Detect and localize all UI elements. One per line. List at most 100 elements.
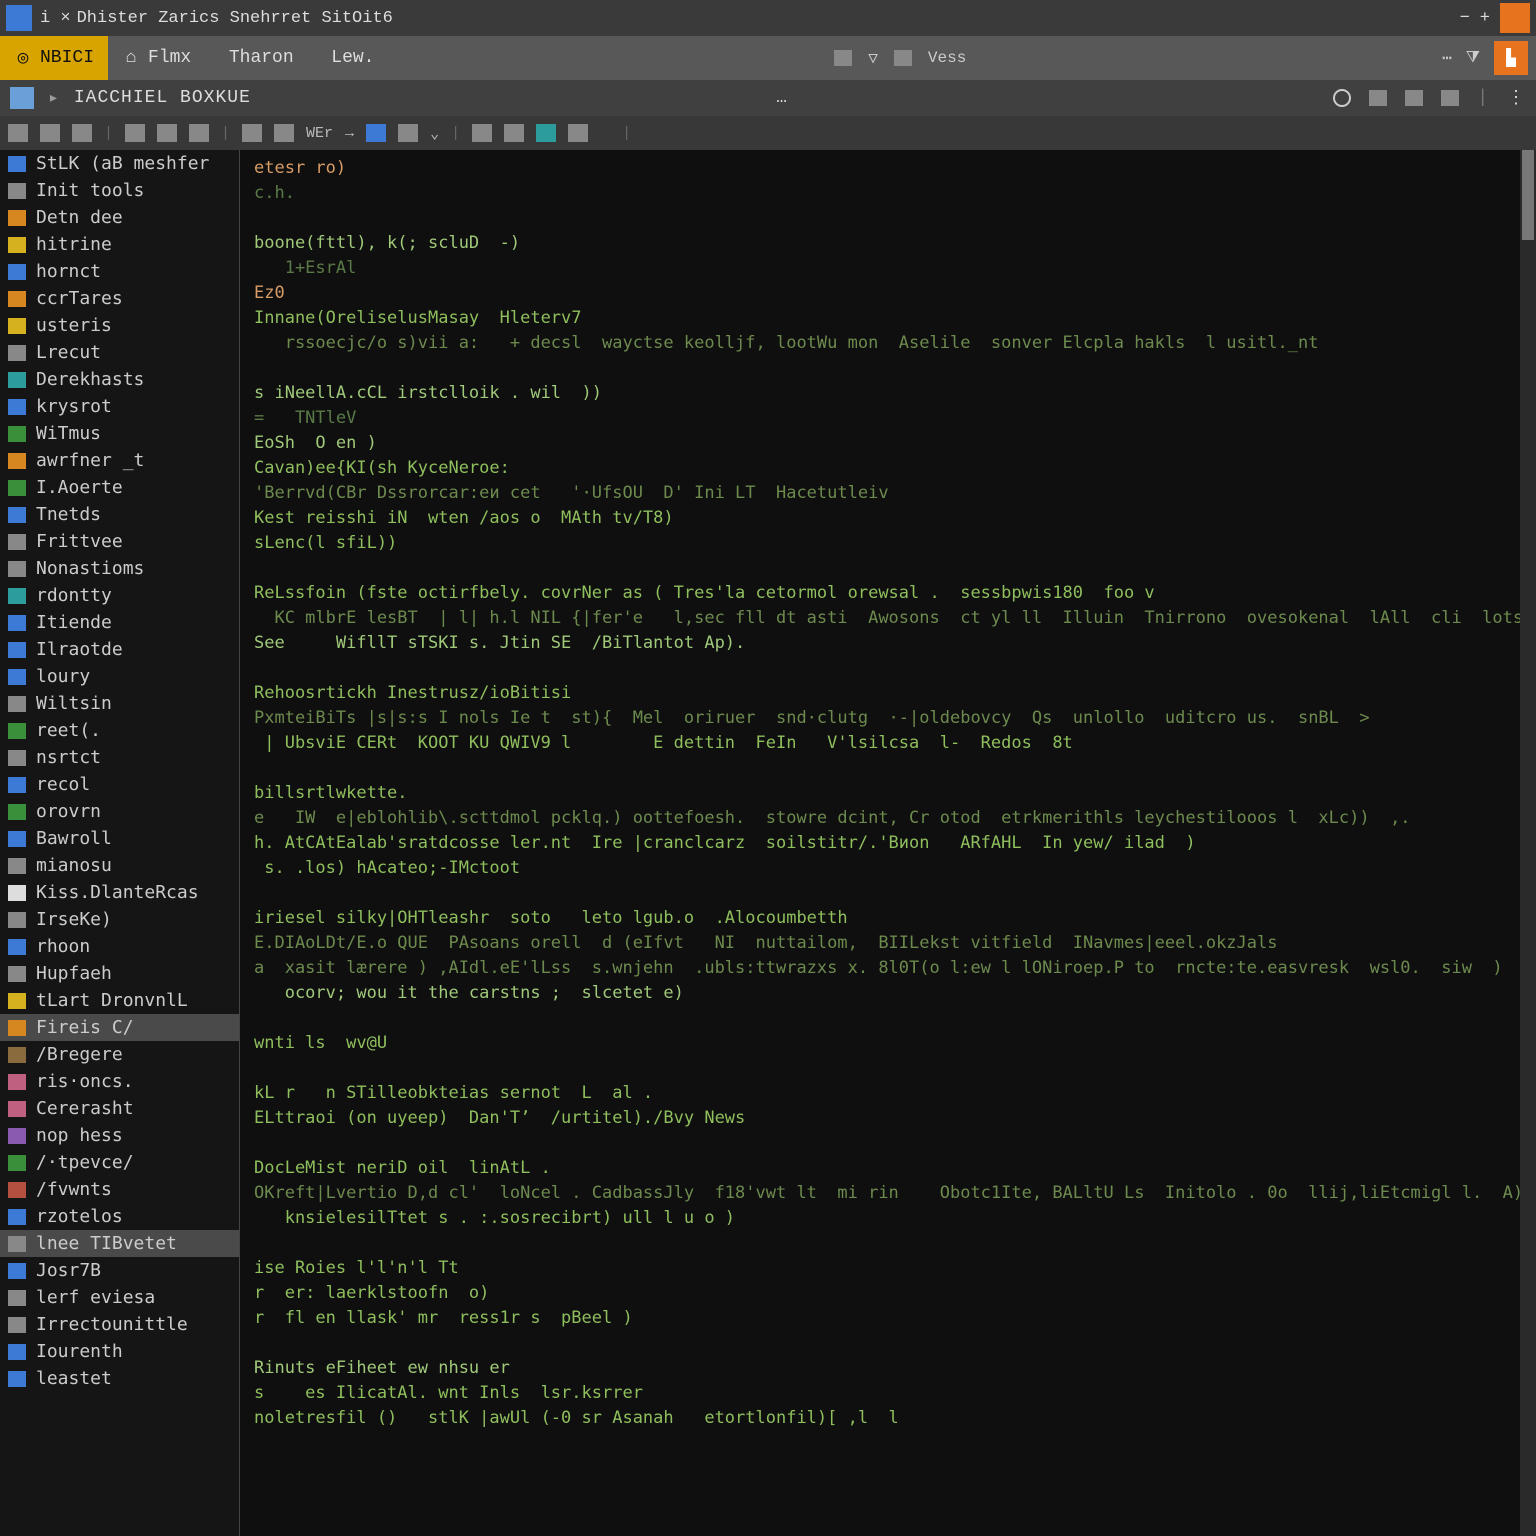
sidebar-item[interactable]: /Bregere <box>0 1041 239 1068</box>
sidebar-item[interactable]: Derekhasts <box>0 366 239 393</box>
code-line[interactable]: OKreft|Lvertio D,d cl' loNcel . CadbassJ… <box>254 1181 1522 1206</box>
code-line[interactable]: r fl en llask' mr ress1r s pBeel ) <box>254 1306 1522 1331</box>
sidebar-item[interactable]: rzotelos <box>0 1203 239 1230</box>
explorer-icon[interactable] <box>10 87 34 109</box>
pane-icon-2[interactable] <box>1405 90 1423 106</box>
menu-item-tharon[interactable]: Tharon <box>229 48 294 68</box>
tool-paste-icon[interactable] <box>189 124 209 142</box>
code-line[interactable]: knsielesilTtet s . :.sosrecibrt) ull l u… <box>254 1206 1522 1231</box>
code-line[interactable]: | UbsviE CERt KOOT KU QWIV9 l E dettin F… <box>254 731 1522 756</box>
sidebar-item[interactable]: I.Aoerte <box>0 474 239 501</box>
sidebar[interactable]: StLK (aB meshferInit toolsDetn deehitrin… <box>0 150 240 1536</box>
code-line[interactable]: Cavan)ee{KI(sh KyceNeroe: <box>254 456 1522 481</box>
sidebar-item[interactable]: Lrecut <box>0 339 239 366</box>
pane-icon-1[interactable] <box>1369 90 1387 106</box>
code-line[interactable]: Innane(OreliselusMasay Hleterv7 <box>254 306 1522 331</box>
tool-wer-label[interactable]: WEr <box>306 125 333 142</box>
code-line[interactable] <box>254 206 1522 231</box>
pane-icon-3[interactable] <box>1441 90 1459 106</box>
sidebar-item[interactable]: Josr7B <box>0 1257 239 1284</box>
tool-stop-icon[interactable] <box>398 124 418 142</box>
tool-icon-1[interactable] <box>834 50 852 66</box>
code-line[interactable]: See WifllT sTSKI s. Jtin SE /BiTlantot A… <box>254 631 1522 656</box>
code-line[interactable]: iriesel silky|OHTleashr soto leto lgub.o… <box>254 906 1522 931</box>
minimize-button[interactable]: − <box>1460 9 1470 28</box>
code-line[interactable]: Kest reisshi iN wten /aos o MAth tv/T8) <box>254 506 1522 531</box>
code-line[interactable]: s es IlicatAl. wnt Inls lsr.ksrrer <box>254 1381 1522 1406</box>
sidebar-item[interactable]: Irrectounittle <box>0 1311 239 1338</box>
tab-close-marker[interactable]: i × <box>40 9 71 28</box>
sidebar-item[interactable]: reet(. <box>0 717 239 744</box>
layout-icon[interactable] <box>894 50 912 66</box>
code-line[interactable] <box>254 881 1522 906</box>
code-line[interactable]: ocorv; wou it the carstns ; slcetet e) <box>254 981 1522 1006</box>
code-line[interactable]: billsrtlwkette. <box>254 781 1522 806</box>
code-line[interactable]: ise Roies l'l'n'l Tt <box>254 1256 1522 1281</box>
tool-globe-icon[interactable] <box>536 124 556 142</box>
sidebar-item[interactable]: WiTmus <box>0 420 239 447</box>
code-line[interactable] <box>254 356 1522 381</box>
editor-scrollbar[interactable] <box>1520 150 1536 1536</box>
sidebar-item[interactable]: ccrTares <box>0 285 239 312</box>
menu-item-lew[interactable]: Lew. <box>331 48 374 68</box>
code-line[interactable]: 'Berrvd(CBr Dssrorcar:eи cet '·UfsOU D' … <box>254 481 1522 506</box>
tool-arrow-icon[interactable]: → <box>345 125 354 142</box>
sidebar-item[interactable]: StLK (aB meshfer <box>0 150 239 177</box>
tool-run-icon[interactable] <box>366 124 386 142</box>
menu-item-flmx[interactable]: Flmx <box>148 48 191 68</box>
more-icon[interactable]: ⋮ <box>1507 87 1526 109</box>
sidebar-item[interactable]: mianosu <box>0 852 239 879</box>
code-line[interactable]: PxmteiBiTs |s|s:s I nols Ie t st){ Mel o… <box>254 706 1522 731</box>
code-line[interactable]: EoSh O en ) <box>254 431 1522 456</box>
search-icon[interactable] <box>1333 89 1351 107</box>
sidebar-item[interactable]: Init tools <box>0 177 239 204</box>
sidebar-item[interactable]: Nonastioms <box>0 555 239 582</box>
close-button[interactable] <box>1500 3 1530 33</box>
sidebar-item[interactable]: hornct <box>0 258 239 285</box>
code-line[interactable]: e IW e|eblohlib\.scttdmol pcklq.) oottef… <box>254 806 1522 831</box>
filter-icon[interactable]: ▽ <box>868 48 878 68</box>
sidebar-item[interactable]: Iourenth <box>0 1338 239 1365</box>
tool-open-icon[interactable] <box>40 124 60 142</box>
sidebar-item[interactable]: /fvwnts <box>0 1176 239 1203</box>
help-icon[interactable]: ⋯ <box>1442 48 1452 68</box>
menu-tab-nbici[interactable]: ◎ NBICI <box>0 36 108 80</box>
code-line[interactable]: rssoecjc/o s)vii a: + decsl wayctse keol… <box>254 331 1522 356</box>
sidebar-item[interactable]: nop hess <box>0 1122 239 1149</box>
sidebar-item[interactable]: awrfner _t <box>0 447 239 474</box>
code-line[interactable]: h. AtCAtEalab'sratdcosse ler.nt Ire |cra… <box>254 831 1522 856</box>
code-line[interactable]: Ez0 <box>254 281 1522 306</box>
code-line[interactable] <box>254 1056 1522 1081</box>
code-line[interactable]: s iNeellA.cCL irstclloik . wil )) <box>254 381 1522 406</box>
sidebar-item[interactable]: nsrtct <box>0 744 239 771</box>
sidebar-item[interactable]: /·tpevce/ <box>0 1149 239 1176</box>
code-line[interactable]: kL r n STilleobkteias sernot L al . <box>254 1081 1522 1106</box>
code-line[interactable]: KC mlbrE lesBT | l| h.l NIL {|fer'e l,se… <box>254 606 1522 631</box>
code-line[interactable]: s. .los) hAcateo;-IMctoot <box>254 856 1522 881</box>
tool-find-icon[interactable] <box>242 124 262 142</box>
code-line[interactable]: 1+EsrAl <box>254 256 1522 281</box>
sidebar-item[interactable]: recol <box>0 771 239 798</box>
sidebar-item[interactable]: Kiss.DlanteRcas <box>0 879 239 906</box>
code-line[interactable]: ELttraoi (on uyeep) Dan'Tʼ /urtitel)./Bv… <box>254 1106 1522 1131</box>
run-button[interactable]: ▙ <box>1494 41 1528 75</box>
code-line[interactable]: a xasit lærere ) ,AIdl.eE'lLss s.wnjehn … <box>254 956 1522 981</box>
code-line[interactable]: r er: laerklstoofn o) <box>254 1281 1522 1306</box>
menu-tab-flmx[interactable]: ⌂ Flmx Tharon Lew. <box>108 36 388 80</box>
sidebar-item[interactable]: Frittvee <box>0 528 239 555</box>
code-line[interactable]: boone(fttl), k(; scluD -) <box>254 231 1522 256</box>
sidebar-item[interactable]: ris·oncs. <box>0 1068 239 1095</box>
code-line[interactable] <box>254 1131 1522 1156</box>
vess-label[interactable]: Vess <box>928 49 966 67</box>
code-line[interactable]: wnti ls wv@U <box>254 1031 1522 1056</box>
sidebar-item[interactable]: leastet <box>0 1365 239 1392</box>
tool-flag-icon[interactable] <box>472 124 492 142</box>
scrollbar-thumb[interactable] <box>1522 150 1534 240</box>
code-line[interactable] <box>254 556 1522 581</box>
tool-save-icon[interactable] <box>8 124 28 142</box>
code-line[interactable]: sLenc(l sfiL)) <box>254 531 1522 556</box>
tool-undo-icon[interactable] <box>72 124 92 142</box>
tool-replace-icon[interactable] <box>274 124 294 142</box>
sidebar-item[interactable]: Bawroll <box>0 825 239 852</box>
sidebar-item[interactable]: Fireis C/ <box>0 1014 239 1041</box>
